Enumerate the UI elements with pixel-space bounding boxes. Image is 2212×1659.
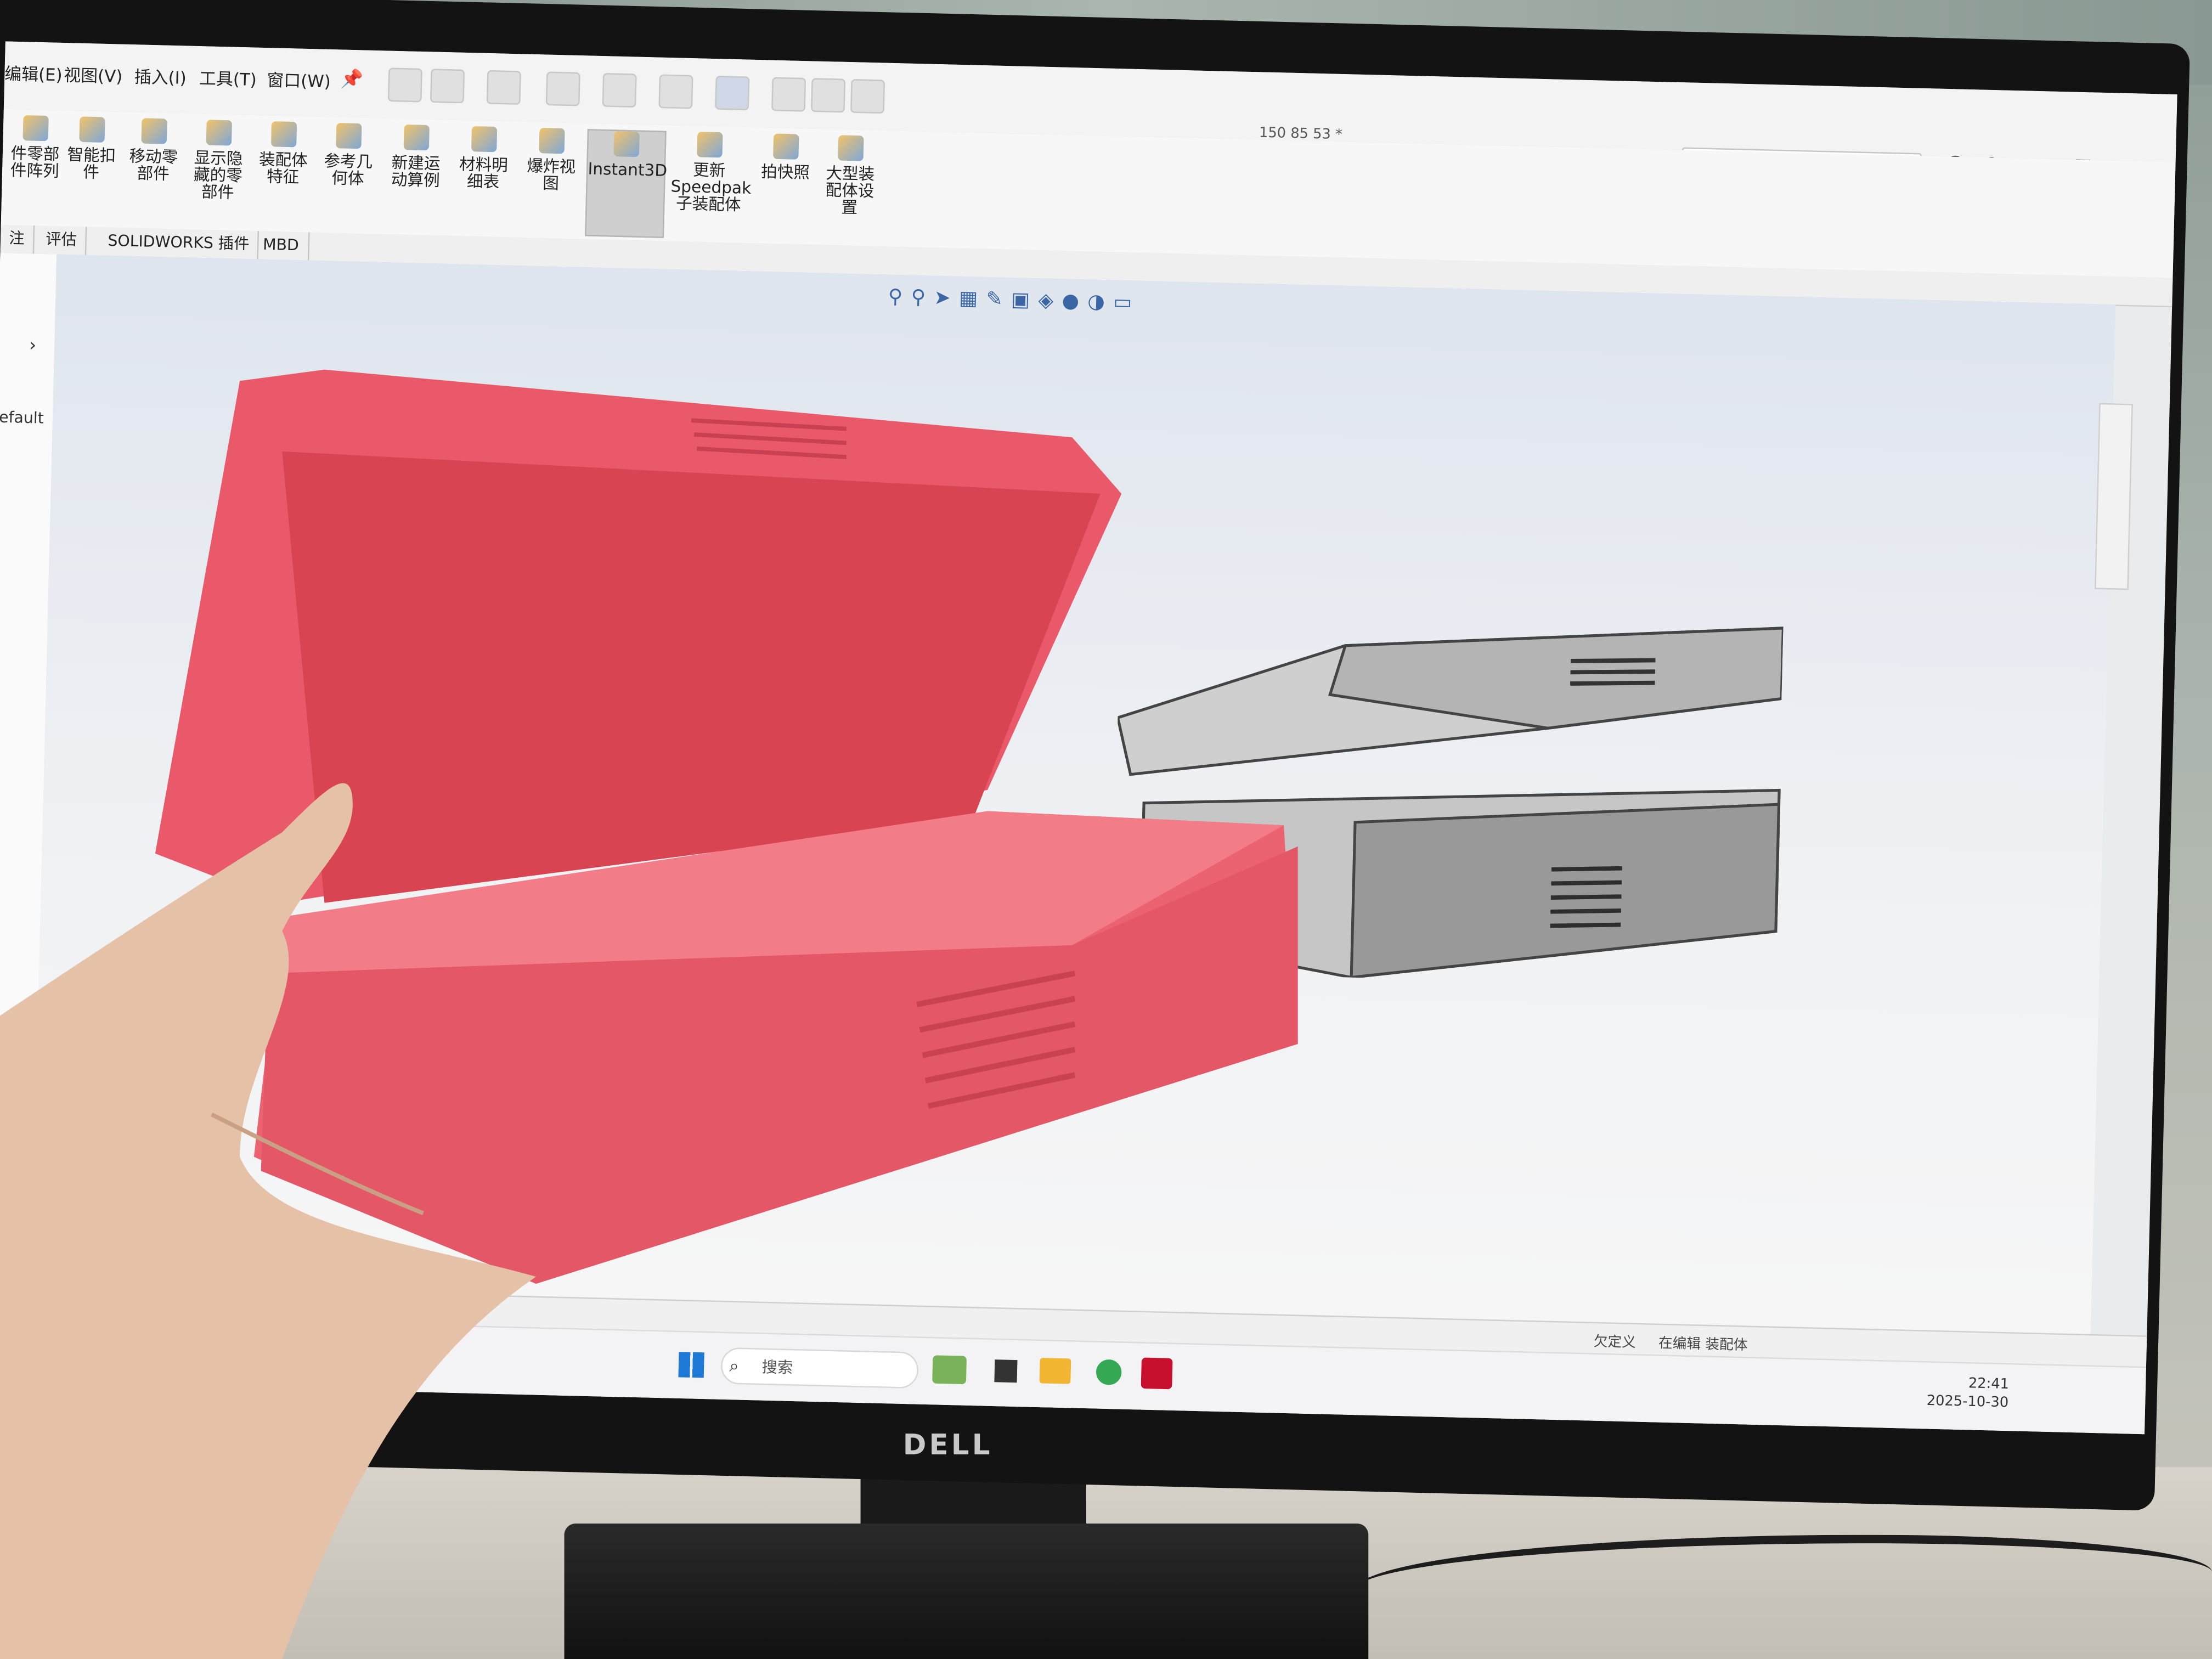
photo-scene: DELL 编辑(E) 视图(V) 插入(I) 工具(T) 窗口(W) 📌 150… bbox=[0, 0, 2212, 1659]
hand bbox=[0, 783, 537, 1659]
